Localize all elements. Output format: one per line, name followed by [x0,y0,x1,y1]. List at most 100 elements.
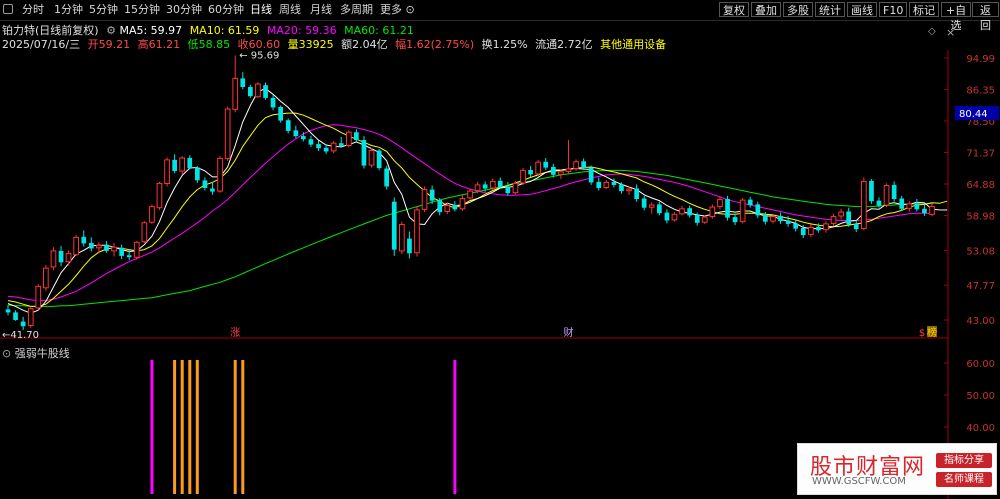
event-marker: $ [919,328,925,339]
period-tab[interactable]: 周线 [279,2,301,18]
amount-value: 额2.04亿 [341,38,388,51]
candle-up [489,180,496,189]
teacher-course-button[interactable]: 名师课程 [936,472,992,487]
candle-down [5,309,11,313]
ma-info-line: 铂力特(日线前复权) ⚙ MA5: 59.97 MA10: 61.59 MA20… [2,22,418,37]
candle-down [437,200,443,213]
y-tick-label: 94.99 [966,54,995,65]
period-tab[interactable]: 1分钟 [54,2,83,18]
current-price-badge [955,106,999,120]
more-dropdown[interactable]: 更多 ⊙ [380,2,415,18]
candle-up [808,226,814,235]
back-button[interactable]: 返回 [972,2,999,32]
stats-button[interactable]: 统计 [815,2,845,17]
candle-down [338,143,344,146]
indicator-toggle-icon[interactable]: ⊙ [2,347,11,360]
max-price-label: ← 95.69 [239,51,279,62]
period-tab[interactable]: 60分钟 [208,2,244,18]
candle-up [459,198,466,210]
candle-down [725,199,730,218]
candle-up [65,252,72,263]
adjust-button[interactable]: 复权 [719,2,749,17]
f10-button[interactable]: F10 [879,2,907,17]
y-tick-label: 86.35 [966,86,995,97]
candle-up [474,184,481,192]
candle-down [657,204,662,214]
chart-canvas[interactable]: 94.99 86.35 78.50 71.37 64.88 58.98 53.08 47.77… [0,0,1000,499]
candle-up [35,285,42,309]
candle-up [626,188,632,192]
moving-average-lines [7,88,948,314]
y-tick-label: 47.77 [966,281,995,292]
candle-down [876,200,882,206]
candle-up [414,209,420,254]
candle-up [838,211,844,217]
candle-up [368,150,375,166]
candle-down [664,212,670,221]
candle-down [914,203,920,210]
period-tab[interactable]: 15分钟 [124,2,160,18]
candle-up [467,190,473,199]
candle-up [330,142,337,152]
event-marker: 榜 [927,326,937,339]
candle-up [701,216,708,223]
candle-up [603,181,610,188]
open-value: 开59.21 [87,38,131,51]
indicator-title: ⊙ 强弱牛股线 [2,345,70,361]
y-tick-label: 64.88 [966,180,995,191]
candle-down [119,247,124,256]
candle-up [883,185,890,206]
min-price-label: ←41.70 [2,330,39,341]
period-tab[interactable]: 分时 [22,2,44,18]
period-tab[interactable]: 30分钟 [166,2,202,18]
candle-down [301,136,306,140]
candle-down [505,186,511,194]
candle-down [278,107,283,121]
multi-stock-button[interactable]: 多股 [783,2,813,17]
candle-up [671,213,678,221]
candle-up [73,236,80,256]
candle-up [346,131,352,146]
toolbar: 分时 1分钟 5分钟 15分钟 30分钟 60分钟 日线 周线 月线 多周期 更… [0,0,1000,32]
period-tab-active[interactable]: 日线 [250,2,272,18]
diamond-icon[interactable]: ◇ [928,26,936,37]
chevron-down-icon: ⊙ [405,3,415,16]
sector-link[interactable]: 其他通用设备 [600,38,666,51]
candle-down [763,214,768,222]
signal-bars [150,360,457,494]
candle-up [709,206,716,218]
candle-up [565,168,572,172]
candle-down [89,242,94,249]
candle-down [407,238,412,254]
quote-info-line: 2025/07/16/三 开59.21 高61.21 低58.85 收60.60… [2,36,670,51]
date-value: 2025/07/16/三 [2,38,81,51]
mark-button[interactable]: 标记 [909,2,939,17]
signal-bar [241,360,245,494]
add-watchlist-button[interactable]: +自选 [941,2,971,32]
y-tick-label: 58.98 [966,212,995,223]
candle-up [535,161,541,175]
candlesticks [5,55,935,331]
candle-down [922,208,927,214]
candle-up [648,204,655,208]
overlay-button[interactable]: 叠加 [751,2,781,17]
candle-up [133,241,140,258]
period-tab[interactable]: 月线 [310,2,332,18]
period-tab[interactable]: 5分钟 [89,2,118,18]
period-tab[interactable]: 多周期 [340,2,373,18]
y-tick-label: 50.00 [966,391,995,402]
indicator-axis: 60.00 50.00 40.00 [944,359,995,434]
candle-up [96,244,102,249]
signal-bar [188,360,192,494]
candle-down [58,250,64,263]
draw-line-button[interactable]: 画线 [847,2,877,17]
candle-down [846,211,851,225]
candle-up [224,108,231,159]
ma60-line [7,169,933,307]
panel-toggle-icon[interactable] [3,4,13,14]
candle-down [778,216,783,222]
close-icon[interactable]: × [946,26,955,39]
candle-down [497,180,503,187]
candle-down [687,208,692,216]
indicator-share-button[interactable]: 指标分享 [936,453,992,468]
